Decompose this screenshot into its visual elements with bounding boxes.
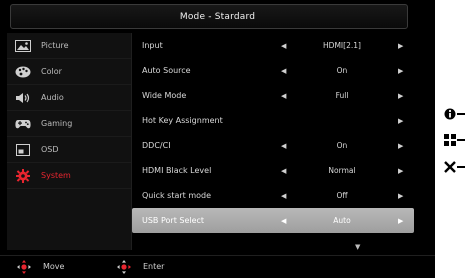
key-guide-line xyxy=(457,113,465,115)
setting-label: Wide Mode xyxy=(142,91,187,100)
page-title: Mode - Stardard xyxy=(179,11,256,22)
osd-menu: Mode - Stardard Picture Color Audio Gami… xyxy=(0,0,435,278)
setting-row-input[interactable]: Input ◀ HDMI[2.1] ▶ xyxy=(132,33,414,58)
setting-label: USB Port Select xyxy=(142,216,205,225)
sidebar-item-system[interactable]: System xyxy=(7,163,131,189)
title-bar: Mode - Stardard xyxy=(0,0,435,33)
arrow-right-icon[interactable]: ▶ xyxy=(398,67,403,75)
setting-value: HDMI[2.1] xyxy=(323,41,361,50)
sidebar-item-label: System xyxy=(41,171,71,180)
setting-value: Auto xyxy=(333,216,351,225)
sidebar: Picture Color Audio Gaming OSD System xyxy=(7,33,132,250)
key-guide-line xyxy=(457,139,465,141)
setting-row-quick-start-mode[interactable]: Quick start mode ◀ Off ▶ xyxy=(132,183,414,208)
setting-value: Normal xyxy=(328,166,356,175)
sidebar-item-label: Audio xyxy=(41,93,64,102)
setting-label: HDMI Black Level xyxy=(142,166,212,175)
color-palette-icon xyxy=(14,65,32,79)
setting-row-hdmi-black-level[interactable]: HDMI Black Level ◀ Normal ▶ xyxy=(132,158,414,183)
arrow-right-icon[interactable]: ▶ xyxy=(398,217,403,225)
key-guide-grid[interactable] xyxy=(444,131,465,149)
arrow-right-icon[interactable]: ▶ xyxy=(398,92,403,100)
arrow-right-icon[interactable]: ▶ xyxy=(398,192,403,200)
arrow-right-icon[interactable]: ▶ xyxy=(398,117,403,125)
arrow-left-icon[interactable]: ◀ xyxy=(281,167,286,175)
setting-label: Input xyxy=(142,41,163,50)
arrow-left-icon[interactable]: ◀ xyxy=(281,192,286,200)
close-icon xyxy=(444,158,456,177)
picture-icon xyxy=(14,39,32,53)
sidebar-item-label: Gaming xyxy=(41,119,73,128)
enter-label: Enter xyxy=(143,262,165,271)
setting-row-usb-port-select[interactable]: USB Port Select ◀ Auto ▶ xyxy=(132,208,414,233)
setting-value: On xyxy=(336,141,348,150)
move-label: Move xyxy=(43,262,65,271)
grid-icon xyxy=(444,131,456,150)
sidebar-item-audio[interactable]: Audio xyxy=(7,85,131,111)
setting-label: DDC/CI xyxy=(142,141,171,150)
sidebar-item-color[interactable]: Color xyxy=(7,59,131,85)
dpad-enter-icon xyxy=(117,260,131,274)
arrow-right-icon[interactable]: ▶ xyxy=(398,142,403,150)
arrow-left-icon[interactable]: ◀ xyxy=(281,42,286,50)
setting-label: Auto Source xyxy=(142,66,191,75)
arrow-left-icon[interactable]: ◀ xyxy=(281,92,286,100)
sidebar-item-label: OSD xyxy=(41,145,59,154)
key-guide-info[interactable] xyxy=(444,105,465,123)
scroll-down-icon[interactable]: ▼ xyxy=(355,243,360,251)
arrow-right-icon[interactable]: ▶ xyxy=(398,42,403,50)
setting-row-auto-source[interactable]: Auto Source ◀ On ▶ xyxy=(132,58,414,83)
setting-value: Full xyxy=(335,91,349,100)
sidebar-item-label: Color xyxy=(41,67,62,76)
key-guide-line xyxy=(457,166,465,168)
sidebar-item-gaming[interactable]: Gaming xyxy=(7,111,131,137)
setting-label: Hot Key Assignment xyxy=(142,116,223,125)
arrow-left-icon[interactable]: ◀ xyxy=(281,142,286,150)
setting-row-ddc-ci[interactable]: DDC/CI ◀ On ▶ xyxy=(132,133,414,158)
sidebar-item-picture[interactable]: Picture xyxy=(7,33,131,59)
gamepad-icon xyxy=(14,117,32,131)
dpad-move-icon xyxy=(17,260,31,274)
sidebar-item-label: Picture xyxy=(41,41,69,50)
key-guide xyxy=(440,100,465,180)
arrow-left-icon[interactable]: ◀ xyxy=(281,67,286,75)
info-icon xyxy=(444,105,456,124)
setting-row-wide-mode[interactable]: Wide Mode ◀ Full ▶ xyxy=(132,83,414,108)
gear-icon xyxy=(14,168,32,183)
osd-icon xyxy=(14,143,32,157)
settings-list: Input ◀ HDMI[2.1] ▶ Auto Source ◀ On ▶ W… xyxy=(132,33,414,251)
setting-row-hot-key-assignment[interactable]: Hot Key Assignment ▶ xyxy=(132,108,414,133)
sidebar-item-osd[interactable]: OSD xyxy=(7,137,131,163)
arrow-right-icon[interactable]: ▶ xyxy=(398,167,403,175)
speaker-icon xyxy=(14,91,32,105)
setting-label: Quick start mode xyxy=(142,191,212,200)
setting-value: On xyxy=(336,66,348,75)
footer-bar: Move Enter xyxy=(0,255,435,279)
arrow-left-icon[interactable]: ◀ xyxy=(281,217,286,225)
key-guide-close[interactable] xyxy=(444,158,465,176)
setting-value: Off xyxy=(336,191,348,200)
